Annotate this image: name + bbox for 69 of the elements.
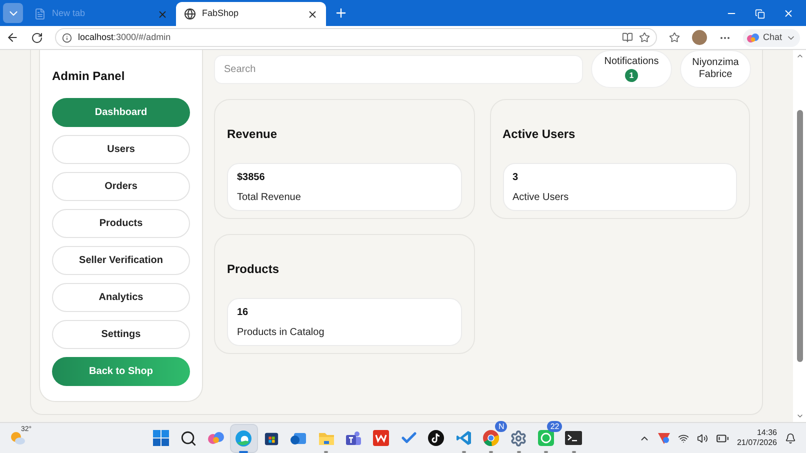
reader-icon[interactable] — [622, 32, 633, 43]
tab-title: New tab — [52, 7, 86, 20]
mail-icon[interactable] — [290, 430, 308, 446]
clock-time: 14:36 — [756, 428, 777, 438]
favorites-icon[interactable] — [668, 32, 680, 43]
stat-value: 3 — [512, 170, 520, 184]
volume-icon[interactable] — [696, 432, 708, 444]
card-title: Revenue — [227, 126, 278, 143]
user-button[interactable]: Niyonzima Fabrice — [680, 50, 751, 88]
card-title: Products — [227, 261, 280, 278]
weather-icon — [10, 430, 26, 446]
scrollbar-thumb[interactable] — [796, 110, 802, 362]
nav-button[interactable]: Seller Verification — [52, 246, 190, 275]
info-icon — [62, 32, 72, 42]
card-title: Active Users — [502, 126, 576, 143]
nav-button[interactable]: Users — [52, 135, 190, 164]
nav-button[interactable]: Products — [52, 209, 190, 238]
search-icon[interactable] — [180, 430, 198, 446]
notifications-button[interactable]: Notifications 1 — [591, 50, 672, 88]
scroll-down-icon[interactable] — [796, 412, 804, 420]
battery-icon[interactable] — [716, 432, 729, 444]
clock-date: 21/07/2026 — [736, 438, 777, 448]
chrome-icon[interactable] — [483, 430, 500, 446]
chat-bubble-icon[interactable] — [538, 430, 554, 446]
scroll-up-icon[interactable] — [796, 52, 804, 60]
office-icon[interactable] — [373, 430, 390, 446]
notification-count: 1 — [625, 69, 638, 82]
chat-button[interactable]: Chat — [742, 28, 800, 46]
stat-caption: Products in Catalog — [237, 326, 326, 340]
copilot-icon — [746, 32, 759, 44]
favorite-icon[interactable] — [638, 32, 650, 43]
notification-icon[interactable] — [785, 432, 796, 444]
address-bar[interactable]: localhost:3000/#/admin — [55, 28, 657, 47]
nav-button[interactable]: Dashboard — [52, 98, 190, 127]
nav-button[interactable]: Analytics — [52, 283, 190, 312]
code-editor-icon[interactable] — [456, 430, 472, 446]
teams-icon[interactable] — [345, 430, 362, 446]
tray-app-icon[interactable] — [658, 432, 670, 444]
stat-value: $3856 — [237, 170, 266, 184]
page-icon — [34, 8, 46, 20]
copilot-icon[interactable] — [208, 430, 224, 446]
search-field[interactable]: Search — [214, 54, 583, 84]
folder-icon[interactable] — [318, 430, 335, 446]
edge-icon[interactable] — [235, 430, 252, 446]
stat-caption: Total Revenue — [237, 190, 302, 204]
nav-button[interactable]: Settings — [52, 320, 190, 349]
terminal-icon[interactable] — [565, 431, 582, 445]
close-tab-icon[interactable] — [307, 8, 318, 20]
globe-icon — [184, 8, 196, 20]
new-tab-icon[interactable] — [334, 6, 348, 20]
wifi-icon[interactable] — [678, 432, 689, 444]
scrollbar[interactable] — [793, 50, 806, 422]
nav-button[interactable]: Orders — [52, 172, 190, 201]
tab-title: FabShop — [202, 7, 240, 20]
music-note-icon[interactable] — [428, 430, 444, 446]
back-icon[interactable] — [6, 31, 19, 44]
url-text: localhost:3000/#/admin — [78, 30, 172, 44]
reload-icon[interactable] — [31, 32, 43, 44]
restore-icon[interactable] — [755, 8, 765, 18]
stat-value: 16 — [237, 306, 250, 320]
tab-list-button[interactable] — [3, 3, 23, 23]
sidebar-title: Admin Panel — [52, 68, 126, 85]
stat-caption: Active Users — [512, 190, 570, 204]
store-icon[interactable] — [264, 430, 279, 446]
close-icon[interactable] — [783, 8, 794, 19]
windows-icon[interactable] — [153, 430, 170, 446]
settings-icon[interactable] — [510, 430, 528, 446]
profile-avatar[interactable] — [692, 30, 707, 45]
browser-tab[interactable]: FabShop — [176, 2, 326, 26]
